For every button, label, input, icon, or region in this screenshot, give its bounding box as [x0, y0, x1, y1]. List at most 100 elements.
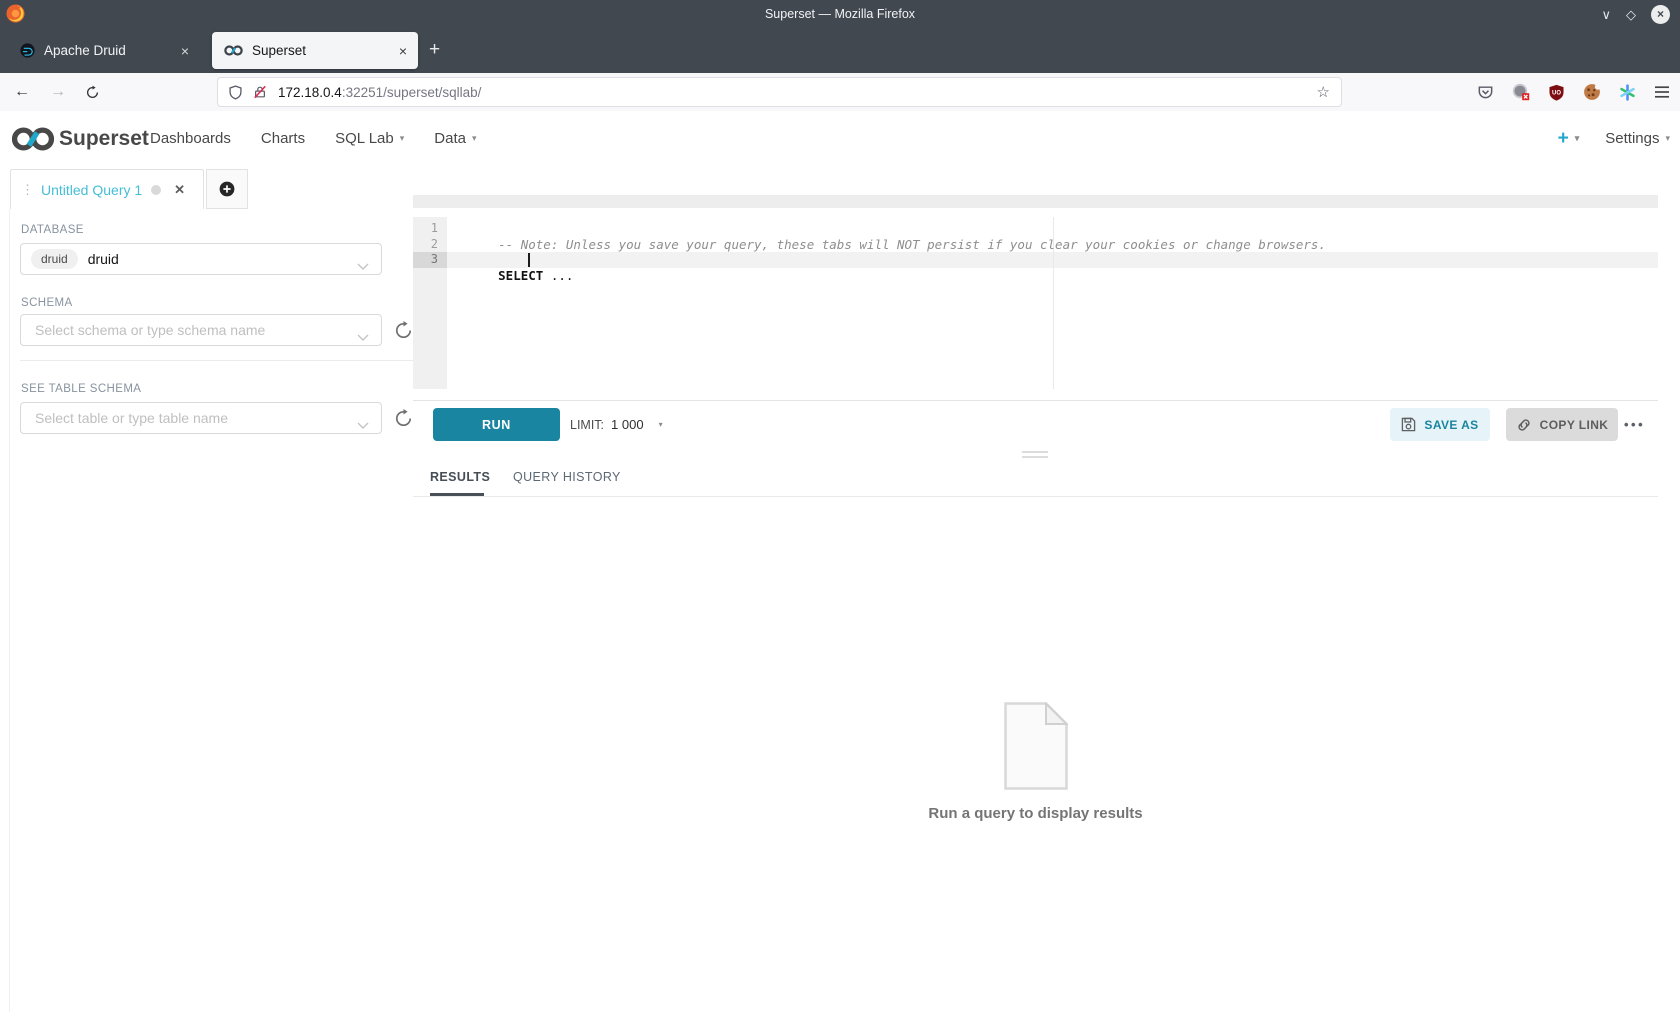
editor-gutter: 1 2 3 — [413, 217, 447, 389]
table-input[interactable] — [33, 409, 355, 427]
schema-select[interactable] — [20, 314, 382, 346]
query-state-dot — [151, 185, 161, 195]
nav-dashboards[interactable]: Dashboards — [150, 130, 231, 147]
browser-tab-strip: Apache Druid × Superset × + — [0, 28, 1680, 73]
window-close-icon[interactable]: × — [1651, 5, 1670, 24]
firefox-logo-icon — [6, 4, 25, 23]
drag-grip-icon[interactable]: ⋮ — [21, 182, 34, 198]
table-select[interactable] — [20, 402, 382, 434]
screen: Superset — Mozilla Firefox ∨ ◇ × Apache … — [0, 0, 1680, 1012]
privacy-extension-icon[interactable] — [1512, 83, 1530, 101]
superset-favicon-icon — [224, 45, 243, 56]
editor-line-comment: -- Note: Unless you save your query, the… — [453, 221, 1326, 237]
line-number: 1 — [413, 221, 447, 237]
insecure-lock-icon[interactable] — [253, 85, 267, 99]
toolbar-top-border — [413, 400, 1658, 401]
link-icon — [1516, 417, 1532, 433]
chevron-down-icon: ▾ — [1665, 133, 1670, 144]
browser-tab-label: Superset — [252, 43, 399, 58]
add-query-tab-button[interactable] — [206, 169, 248, 209]
reload-icon — [85, 85, 100, 100]
empty-state-text: Run a query to display results — [413, 805, 1658, 822]
browser-navbar: ← → 172.18.0.4 :32251/superset/sqllab/ ☆ — [0, 73, 1680, 112]
chevron-down-icon: ▾ — [472, 133, 477, 144]
sparkle-extension-icon[interactable] — [1619, 84, 1636, 101]
run-query-button[interactable]: RUN — [433, 408, 560, 441]
bookmark-star-icon[interactable]: ☆ — [1317, 83, 1330, 101]
tab-results[interactable]: RESULTS — [430, 470, 490, 484]
settings-menu[interactable]: Settings ▾ — [1605, 130, 1670, 147]
menu-hamburger-icon[interactable] — [1654, 85, 1670, 99]
pocket-icon[interactable] — [1477, 84, 1494, 101]
url-path: :32251/superset/sqllab/ — [342, 85, 482, 100]
schema-label: SCHEMA — [21, 297, 73, 309]
ublock-icon[interactable]: UO — [1548, 84, 1565, 101]
window-maximize-icon[interactable]: ◇ — [1626, 8, 1636, 21]
pane-left-border — [9, 209, 10, 1012]
brand-name: Superset — [59, 127, 149, 151]
plus-circle-icon — [219, 181, 235, 197]
window-controls: ∨ ◇ × — [1601, 0, 1670, 28]
tab-query-history[interactable]: QUERY HISTORY — [513, 470, 621, 484]
limit-value: 1 000 — [611, 417, 644, 432]
nav-sql-lab[interactable]: SQL Lab ▾ — [335, 130, 404, 147]
query-tab-untitled[interactable]: ⋮ Untitled Query 1 ✕ — [10, 169, 204, 209]
copy-link-button[interactable]: COPY LINK — [1506, 408, 1618, 441]
save-as-button[interactable]: SAVE AS — [1390, 408, 1490, 441]
reload-button[interactable] — [78, 73, 106, 111]
back-button[interactable]: ← — [8, 73, 36, 111]
window-minimize-icon[interactable]: ∨ — [1601, 8, 1611, 21]
schema-input[interactable] — [33, 321, 355, 339]
browser-tab-superset[interactable]: Superset × — [212, 32, 418, 69]
chevron-down-icon: ▾ — [400, 133, 405, 144]
tab-close-icon[interactable]: × — [181, 43, 189, 59]
browser-toolbar-icons: UO — [1477, 73, 1670, 111]
chevron-down-icon — [357, 328, 369, 346]
cookie-extension-icon[interactable] — [1583, 83, 1601, 101]
main-nav: Dashboards Charts SQL Lab ▾ Data ▾ — [150, 111, 476, 166]
table-schema-label: SEE TABLE SCHEMA — [21, 383, 141, 395]
pane-splitter-handle[interactable] — [1022, 451, 1048, 461]
url-bar[interactable]: 172.18.0.4 :32251/superset/sqllab/ ☆ — [217, 77, 1342, 107]
query-tab-label: Untitled Query 1 — [41, 182, 142, 198]
new-tab-button[interactable]: + — [429, 37, 440, 63]
nav-data[interactable]: Data ▾ — [434, 130, 476, 147]
limit-label: LIMIT: — [570, 418, 604, 432]
refresh-tables-button[interactable] — [393, 408, 414, 429]
results-empty-state: Run a query to display results — [413, 702, 1658, 822]
forward-button[interactable]: → — [44, 73, 72, 111]
database-select[interactable]: druid druid — [20, 243, 382, 275]
results-tabs-border — [413, 496, 1658, 497]
browser-tab-label: Apache Druid — [44, 43, 181, 58]
database-label: DATABASE — [21, 224, 84, 236]
chevron-down-icon — [357, 416, 369, 434]
line-number: 3 — [413, 252, 447, 268]
chevron-down-icon: ▾ — [659, 420, 663, 429]
svg-text:UO: UO — [1552, 90, 1561, 96]
text-cursor — [528, 253, 530, 267]
nav-charts[interactable]: Charts — [261, 130, 305, 147]
chevron-down-icon: ▾ — [1575, 133, 1580, 144]
limit-dropdown[interactable]: LIMIT: 1 000 ▾ — [570, 408, 663, 441]
window-titlebar: Superset — Mozilla Firefox ∨ ◇ × — [0, 0, 1680, 28]
save-icon — [1401, 417, 1416, 432]
document-icon — [1004, 702, 1068, 790]
superset-header: Superset Dashboards Charts SQL Lab ▾ Dat… — [0, 111, 1680, 166]
chevron-down-icon — [357, 257, 369, 275]
sql-editor[interactable]: 1 2 3 -- Note: Unless you save your quer… — [413, 217, 1658, 389]
sidebar-divider — [20, 360, 420, 361]
superset-logo-icon — [12, 126, 54, 152]
shield-icon[interactable] — [228, 85, 243, 100]
browser-tab-apache-druid[interactable]: Apache Druid × — [8, 32, 200, 69]
header-right: + ▾ Settings ▾ — [1558, 111, 1670, 166]
superset-brand[interactable]: Superset — [12, 111, 149, 166]
tab-close-icon[interactable]: × — [399, 43, 407, 59]
url-host: 172.18.0.4 — [278, 85, 342, 100]
window-title: Superset — Mozilla Firefox — [0, 7, 1680, 21]
more-actions-button[interactable]: ••• — [1624, 408, 1645, 441]
database-name: druid — [88, 251, 119, 267]
query-tab-close-icon[interactable]: ✕ — [174, 182, 185, 198]
refresh-icon — [393, 320, 414, 341]
new-item-button[interactable]: + ▾ — [1558, 128, 1580, 150]
refresh-schemas-button[interactable] — [393, 320, 414, 341]
